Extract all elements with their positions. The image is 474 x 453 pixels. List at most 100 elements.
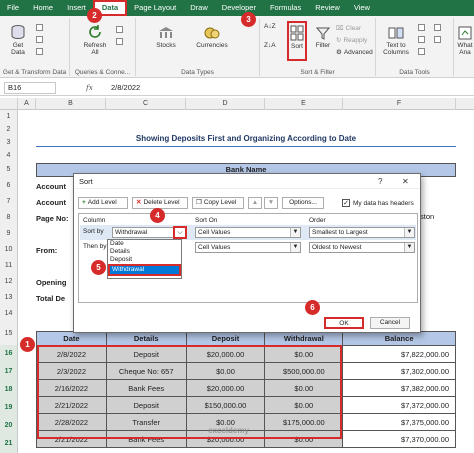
chevron-down-icon[interactable]: ▼	[404, 228, 414, 237]
cell-balance[interactable]: $7,370,000.00	[342, 430, 456, 448]
get-data-button[interactable]: Get Data	[6, 24, 30, 56]
tab-developer[interactable]: Developer	[215, 0, 263, 16]
header-details[interactable]: Details	[105, 331, 187, 346]
column-header-d[interactable]: D	[186, 98, 265, 110]
column-header-f[interactable]: F	[343, 98, 456, 110]
remove-duplicates-button[interactable]	[418, 36, 425, 43]
name-box[interactable]: B16	[4, 81, 56, 94]
sort-by-column-select[interactable]: Withdrawal	[112, 227, 174, 238]
dropdown-option-deposit[interactable]: Deposit	[108, 256, 181, 264]
header-date[interactable]: Date	[36, 331, 107, 346]
order-select-2[interactable]: Oldest to Newest ▼	[309, 242, 415, 253]
row-header[interactable]: 3	[0, 136, 18, 149]
headers-checkbox-row[interactable]: ✓ My data has headers	[342, 199, 414, 207]
move-down-button[interactable]: ▼	[264, 197, 278, 209]
dropdown-option-withdrawal[interactable]: Withdrawal	[108, 264, 181, 276]
close-button[interactable]: ✕	[402, 174, 409, 189]
order-select-1[interactable]: Smallest to Largest ▼	[309, 227, 415, 238]
cell-date[interactable]: 2/16/2022	[36, 379, 107, 397]
clear-button[interactable]: ⌧ Clear	[336, 24, 361, 33]
cell-details[interactable]: Bank Fees	[105, 379, 187, 397]
move-up-button[interactable]: ▲	[248, 197, 262, 209]
row-header[interactable]: 10	[0, 242, 18, 258]
row-header[interactable]: 5	[0, 162, 18, 178]
sort-a-z-button[interactable]: A↓Z	[264, 23, 276, 30]
help-button[interactable]: ?	[378, 174, 382, 189]
chevron-down-icon[interactable]: ▼	[290, 228, 300, 237]
dropdown-option-date[interactable]: Date	[108, 240, 181, 248]
tab-review[interactable]: Review	[308, 0, 347, 16]
cell-date[interactable]: 2/8/2022	[36, 345, 107, 363]
column-dropdown-arrow[interactable]: ⌵	[173, 226, 187, 239]
cell-withdrawal[interactable]: $0.00	[264, 430, 344, 448]
row-header[interactable]: 20	[0, 417, 18, 435]
sort-on-select-2[interactable]: Cell Values ▼	[195, 242, 301, 253]
cell-deposit[interactable]: $0.00	[185, 362, 266, 380]
header-balance[interactable]: Balance	[342, 331, 456, 346]
row-header[interactable]: 15	[0, 322, 18, 345]
chevron-down-icon[interactable]: ▼	[404, 243, 414, 252]
row-header[interactable]: 7	[0, 194, 18, 210]
cell-balance[interactable]: $7,372,000.00	[342, 396, 456, 414]
column-header-e[interactable]: E	[265, 98, 343, 110]
column-header-b[interactable]: B	[36, 98, 106, 110]
consolidate-button[interactable]	[434, 24, 441, 31]
cell-balance[interactable]: $7,302,000.00	[342, 362, 456, 380]
cell-date[interactable]: 2/21/2022	[36, 430, 107, 448]
properties-button[interactable]	[116, 38, 123, 45]
what-if-analysis-button[interactable]: What Ana	[456, 26, 474, 56]
cell-details[interactable]: Deposit	[105, 396, 187, 414]
text-to-columns-button[interactable]: Text to Columns	[380, 26, 412, 56]
row-header[interactable]: 21	[0, 435, 18, 453]
cell-withdrawal[interactable]: $500,000.00	[264, 362, 344, 380]
row-header[interactable]: 17	[0, 363, 18, 381]
chevron-down-icon[interactable]: ▼	[290, 243, 300, 252]
row-header[interactable]: 6	[0, 178, 18, 194]
cell-balance[interactable]: $7,822,000.00	[342, 345, 456, 363]
row-header[interactable]: 12	[0, 274, 18, 290]
cell-deposit[interactable]: $20,000.00	[185, 345, 266, 363]
cell-details[interactable]: Deposit	[105, 345, 187, 363]
ok-button[interactable]: OK	[324, 317, 364, 329]
cell-date[interactable]: 2/28/2022	[36, 413, 107, 431]
cell-details[interactable]: Cheque No: 657	[105, 362, 187, 380]
cell-details[interactable]: Transfer	[105, 413, 187, 431]
cell-withdrawal[interactable]: $0.00	[264, 379, 344, 397]
sort-z-a-button[interactable]: Z↓A	[264, 42, 276, 49]
cancel-button[interactable]: Cancel	[370, 317, 410, 329]
recent-sources-button[interactable]	[36, 48, 43, 55]
headers-checkbox[interactable]: ✓	[342, 199, 350, 207]
cell-withdrawal[interactable]: $0.00	[264, 396, 344, 414]
from-web-button[interactable]	[36, 36, 43, 43]
from-text-button[interactable]	[36, 24, 43, 31]
queries-button[interactable]	[116, 26, 123, 33]
row-header[interactable]: 19	[0, 399, 18, 417]
row-header[interactable]: 14	[0, 306, 18, 322]
row-header[interactable]: 16	[0, 345, 18, 363]
relationships-button[interactable]	[434, 36, 441, 43]
row-header[interactable]: 9	[0, 226, 18, 242]
tab-draw[interactable]: Draw	[183, 0, 215, 16]
sort-on-select-1[interactable]: Cell Values ▼	[195, 227, 301, 238]
dropdown-option-details[interactable]: Details	[108, 248, 181, 256]
advanced-button[interactable]: ⚙ Advanced	[336, 48, 373, 57]
fx-icon[interactable]: fx	[86, 83, 93, 92]
refresh-all-button[interactable]: Refresh All	[80, 24, 110, 56]
row-header[interactable]: 8	[0, 210, 18, 226]
row-header[interactable]: 1	[0, 110, 18, 123]
cell-date[interactable]: 2/3/2022	[36, 362, 107, 380]
options-button[interactable]: Options...	[282, 197, 324, 209]
delete-level-button[interactable]: ✕ Delete Level	[132, 197, 188, 209]
tab-view[interactable]: View	[347, 0, 377, 16]
row-header[interactable]: 11	[0, 258, 18, 274]
tab-formulas[interactable]: Formulas	[263, 0, 308, 16]
reapply-button[interactable]: ↻ Reapply	[336, 36, 367, 45]
formula-input[interactable]: 2/8/2022	[111, 83, 140, 92]
column-header-c[interactable]: C	[106, 98, 186, 110]
copy-level-button[interactable]: ❐ Copy Level	[192, 197, 244, 209]
cell-details[interactable]: Bank Fees	[105, 430, 187, 448]
cell-withdrawal[interactable]: $0.00	[264, 345, 344, 363]
row-header[interactable]: 2	[0, 123, 18, 136]
data-validation-button[interactable]	[418, 48, 425, 55]
flash-fill-button[interactable]	[418, 24, 425, 31]
